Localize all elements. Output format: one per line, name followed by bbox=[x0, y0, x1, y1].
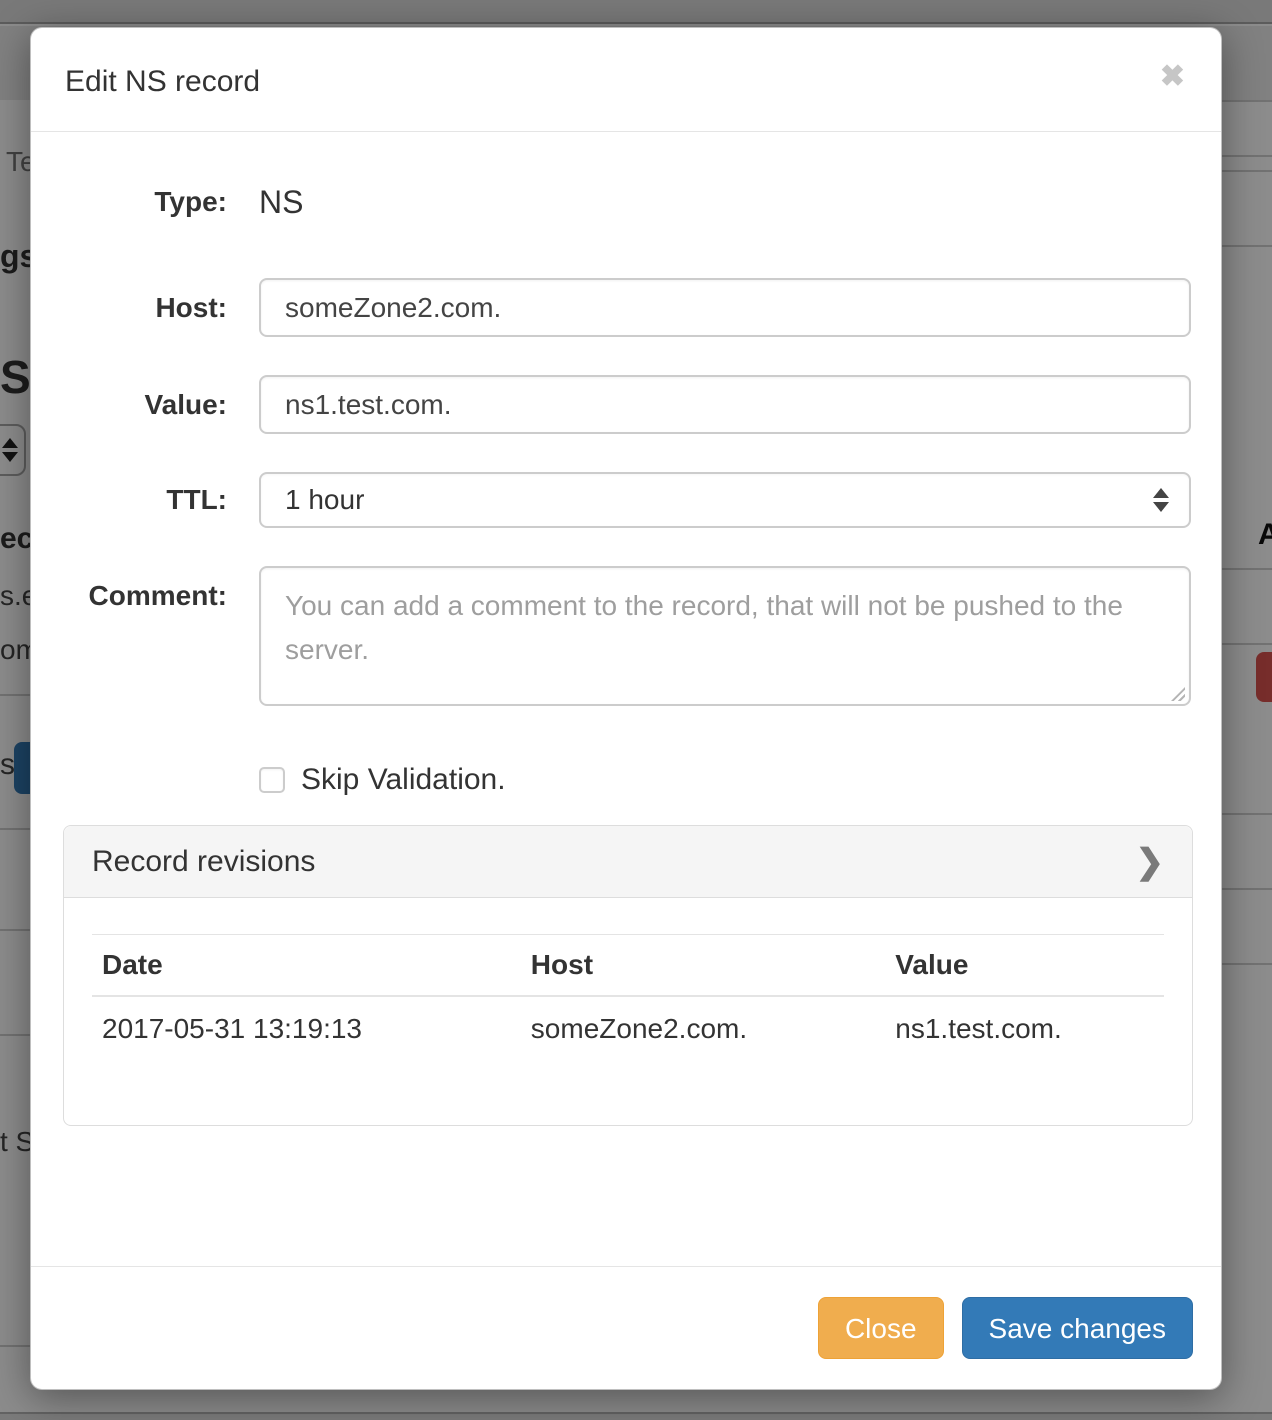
revision-date-cell: 2017-05-31 13:19:13 bbox=[92, 996, 521, 1061]
type-label: Type: bbox=[61, 186, 227, 218]
record-revisions-body: Date Host Value 2017-05-31 13:19:13 some… bbox=[64, 898, 1192, 1061]
select-arrows-icon bbox=[1153, 488, 1169, 512]
record-revisions-header[interactable]: Record revisions ❯ bbox=[64, 826, 1192, 898]
type-row: Type: NS bbox=[61, 180, 1191, 224]
host-row: Host: bbox=[61, 278, 1191, 337]
skip-validation-label: Skip Validation. bbox=[301, 763, 506, 797]
save-changes-button[interactable]: Save changes bbox=[962, 1297, 1193, 1359]
ttl-selected-value: 1 hour bbox=[285, 484, 364, 516]
value-input[interactable] bbox=[259, 375, 1191, 434]
host-label: Host: bbox=[61, 292, 227, 324]
modal-footer: Close Save changes bbox=[31, 1266, 1221, 1389]
chevron-right-icon[interactable]: ❯ bbox=[1136, 845, 1165, 879]
skip-validation-checkbox[interactable] bbox=[259, 767, 285, 793]
modal-body: Type: NS Host: Value: TTL: 1 hour bbox=[31, 132, 1221, 1266]
modal-header: Edit NS record ✖ bbox=[31, 28, 1221, 132]
ttl-label: TTL: bbox=[61, 484, 227, 516]
close-footer-button[interactable]: Close bbox=[818, 1297, 944, 1359]
ttl-select[interactable]: 1 hour bbox=[259, 472, 1191, 528]
revisions-table: Date Host Value 2017-05-31 13:19:13 some… bbox=[92, 934, 1164, 1061]
record-revisions-panel: Record revisions ❯ Date Host Value 2017-… bbox=[63, 825, 1193, 1126]
column-header-value: Value bbox=[885, 935, 1164, 997]
comment-label: Comment: bbox=[61, 566, 227, 612]
comment-textarea[interactable] bbox=[259, 566, 1191, 706]
modal-title: Edit NS record bbox=[65, 62, 1187, 101]
revision-host-cell: someZone2.com. bbox=[521, 996, 885, 1061]
edit-ns-record-modal: Edit NS record ✖ Type: NS Host: Value: T… bbox=[30, 27, 1222, 1390]
close-icon: ✖ bbox=[1160, 60, 1185, 93]
revision-value-cell: ns1.test.com. bbox=[885, 996, 1164, 1061]
host-input[interactable] bbox=[259, 278, 1191, 337]
value-label: Value: bbox=[61, 389, 227, 421]
ttl-row: TTL: 1 hour bbox=[61, 472, 1191, 528]
close-button[interactable]: ✖ bbox=[1154, 56, 1191, 98]
skip-validation-row: Skip Validation. bbox=[259, 763, 1191, 797]
column-header-host: Host bbox=[521, 935, 885, 997]
table-row: 2017-05-31 13:19:13 someZone2.com. ns1.t… bbox=[92, 996, 1164, 1061]
column-header-date: Date bbox=[92, 935, 521, 997]
table-header-row: Date Host Value bbox=[92, 935, 1164, 997]
record-revisions-title: Record revisions bbox=[92, 845, 315, 879]
value-row: Value: bbox=[61, 375, 1191, 434]
comment-row: Comment: bbox=[61, 566, 1191, 711]
type-value: NS bbox=[259, 184, 303, 220]
